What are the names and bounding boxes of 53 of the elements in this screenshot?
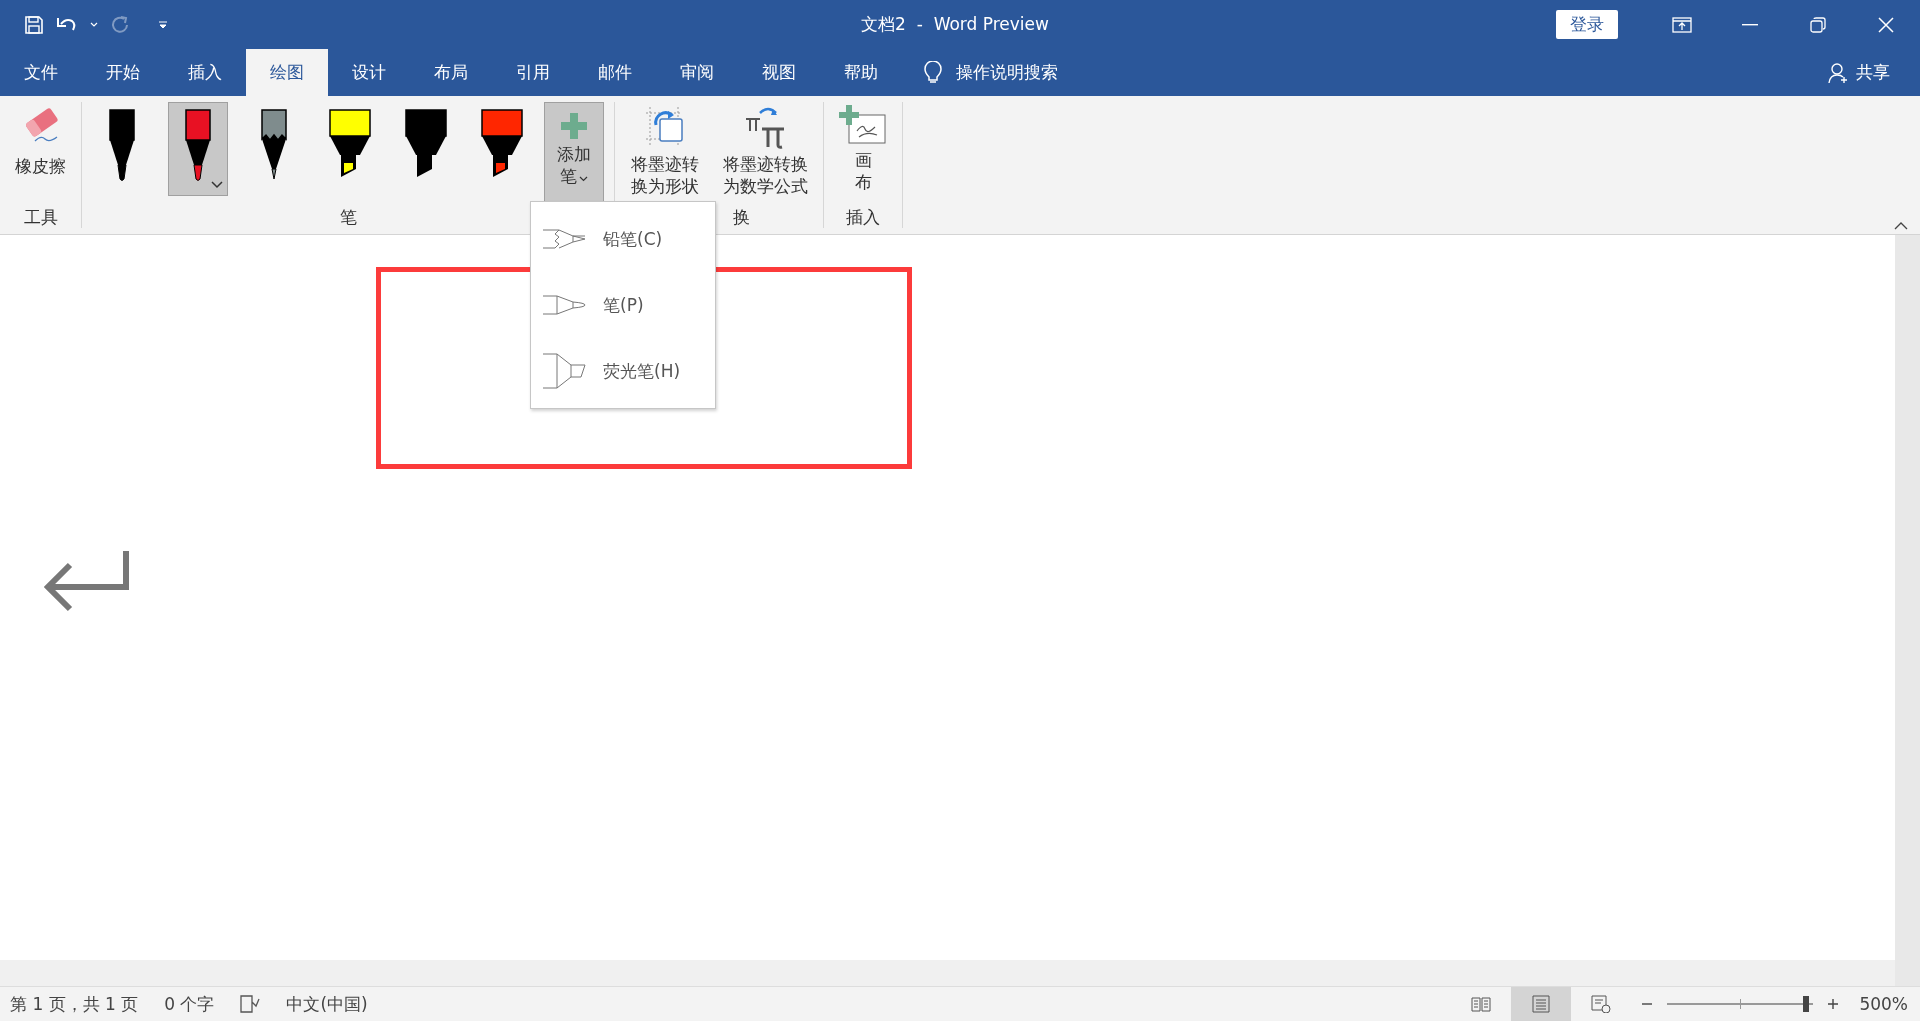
ink-to-shape-button[interactable]: 将墨迹转换为形状 [625, 102, 705, 200]
sign-in-button[interactable]: 登录 [1556, 10, 1618, 39]
language-status[interactable]: 中文(中国) [286, 992, 368, 1016]
ribbon-tab[interactable]: 开始 [82, 49, 164, 96]
zoom-slider-thumb[interactable] [1803, 996, 1810, 1012]
ink-to-math-button[interactable]: 将墨迹转换为数学公式 [716, 102, 814, 200]
ribbon-tab[interactable]: 邮件 [574, 49, 656, 96]
proofing-icon[interactable] [240, 995, 261, 1013]
ribbon-tab[interactable]: 引用 [492, 49, 574, 96]
ribbon-tab[interactable]: 布局 [410, 49, 492, 96]
group-label: 工具 [22, 206, 59, 228]
menu-item[interactable]: 笔(P) [531, 272, 715, 338]
eraser-button[interactable]: 橡皮擦 [10, 102, 71, 180]
group-label: 插入 [845, 206, 882, 228]
menu-item[interactable]: 荧光笔(H) [531, 338, 715, 404]
add-pen-button[interactable]: 添加笔 [544, 102, 604, 202]
zoom-level[interactable]: 500% [1859, 994, 1908, 1014]
ribbon-tab[interactable]: 审阅 [656, 49, 738, 96]
vertical-scrollbar[interactable] [1895, 235, 1920, 986]
web-page-icon [1591, 995, 1612, 1013]
ribbon-tab[interactable]: 设计 [328, 49, 410, 96]
word-count[interactable]: 0 个字 [164, 992, 215, 1016]
pencil-icon [543, 228, 587, 250]
canvas-button[interactable]: 画布 [834, 102, 893, 196]
person-icon [1828, 61, 1848, 84]
caret-icon [579, 176, 588, 182]
save-icon[interactable] [24, 14, 44, 35]
customize-icon[interactable] [158, 20, 168, 29]
group-label: 换 [731, 206, 751, 228]
pen-button[interactable] [168, 102, 228, 196]
pen-icon [543, 294, 587, 316]
menu-item[interactable]: 铅笔(C) [531, 206, 715, 272]
page-icon [1532, 995, 1551, 1013]
group-label: 笔 [338, 206, 358, 228]
ribbon-tab[interactable]: 帮助 [820, 49, 902, 96]
caret-icon [211, 181, 223, 189]
lightbulb-icon [924, 60, 942, 85]
ribbon-tab[interactable]: 插入 [164, 49, 246, 96]
ribbon-tab[interactable]: 文件 [0, 49, 82, 96]
zoom-in-icon[interactable] [1827, 998, 1840, 1010]
share-button[interactable]: 共享 [1856, 61, 1890, 84]
book-icon [1471, 996, 1492, 1012]
canvas-icon [839, 105, 888, 145]
ribbon-tab[interactable]: 绘图 [246, 49, 328, 96]
window-title: 文档2 - Word Preview [860, 13, 1050, 36]
ribbon-tab[interactable]: 视图 [738, 49, 820, 96]
tell-me-search[interactable]: 操作说明搜索 [956, 61, 1058, 84]
plus-icon [559, 111, 589, 141]
highlighter-icon [543, 353, 587, 389]
collapse-ribbon-icon[interactable] [1894, 222, 1908, 230]
page-count[interactable]: 第 1 页，共 1 页 [10, 992, 139, 1016]
horizontal-scrollbar[interactable] [0, 960, 1895, 986]
caret-icon[interactable] [90, 21, 98, 28]
